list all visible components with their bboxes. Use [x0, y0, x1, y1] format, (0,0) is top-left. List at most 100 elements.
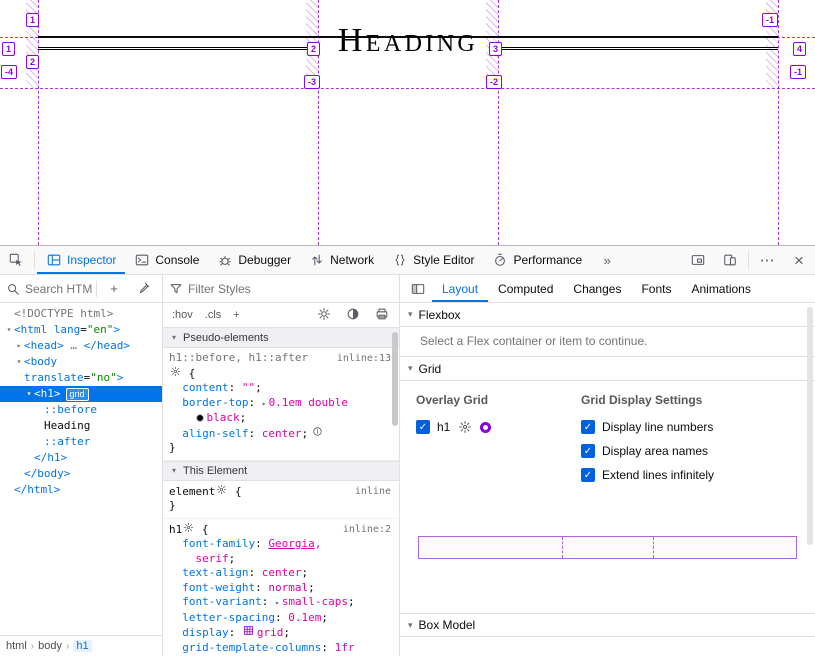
sidebar-tab-fonts[interactable]: Fonts	[631, 275, 681, 302]
toolbar-tab-style-editor[interactable]: Style Editor	[383, 246, 483, 274]
rules-section-header[interactable]: ▾This Element	[163, 461, 399, 481]
twisty-down-icon[interactable]: ▾	[14, 354, 24, 370]
css-rule-line[interactable]: font-variant: ▸small-caps;	[169, 595, 395, 611]
info-icon	[311, 426, 324, 437]
color-swatch-black[interactable]	[196, 414, 204, 422]
markup-node[interactable]: ::after	[0, 434, 162, 450]
grid-outline-preview[interactable]	[418, 536, 797, 559]
markup-node[interactable]: translate="no">	[0, 370, 162, 386]
css-rule-line[interactable]: grid-template-columns: 1fr	[169, 641, 395, 656]
breadcrumb-item-body[interactable]: body	[38, 640, 62, 652]
breadcrumb-item-html[interactable]: html	[6, 640, 27, 652]
grid-color-swatch[interactable]	[480, 422, 491, 433]
stylesheet-source-link[interactable]: inline:13	[337, 352, 391, 367]
markup-node[interactable]: </html>	[0, 482, 162, 498]
grid-settings-icon[interactable]	[457, 419, 473, 435]
css-rule-line[interactable]: }	[169, 441, 395, 456]
more-tabs-button[interactable]: »	[591, 246, 623, 274]
twisty-down-icon[interactable]: ▾	[24, 386, 34, 402]
p-token: :	[321, 641, 334, 654]
markup-node[interactable]: ▾<html lang="en">	[0, 322, 162, 338]
close-devtools-button[interactable]: ×	[783, 246, 815, 274]
dark-scheme-sim-button[interactable]	[340, 304, 366, 326]
responsive-design-button[interactable]	[714, 246, 746, 274]
menu-button[interactable]: ⋯	[751, 246, 783, 274]
p-token	[169, 611, 182, 624]
pick-element-button[interactable]	[0, 246, 32, 274]
sidebar-toggle-button[interactable]	[404, 275, 432, 302]
breadcrumb-item-h1[interactable]: h1	[73, 640, 91, 652]
p-token: }	[169, 441, 176, 454]
search-html-input[interactable]	[25, 282, 92, 296]
sidebar-tab-animations[interactable]: Animations	[681, 275, 760, 302]
rules-scrollbar-thumb[interactable]	[392, 332, 398, 426]
twisty-right-icon[interactable]: ▸	[14, 338, 24, 354]
checkbox-checked[interactable]: ✓	[581, 444, 595, 458]
class-toggle[interactable]: .cls	[200, 307, 227, 323]
expander-icon[interactable]: ▸	[262, 399, 267, 408]
grid-badge[interactable]: grid	[66, 388, 89, 401]
css-rule-line[interactable]: display: grid;	[169, 625, 395, 641]
css-rule-line[interactable]: text-align: center;	[169, 566, 395, 581]
css-rule-line[interactable]: border-top: ▸0.1em double	[169, 396, 395, 412]
add-node-button[interactable]: +	[101, 280, 127, 297]
css-rule-line[interactable]: font-weight: normal;	[169, 581, 395, 596]
css-rule-line[interactable]: black;	[169, 411, 395, 426]
stylesheet-source-link[interactable]: inline:2	[343, 523, 391, 538]
markup-node[interactable]: Heading	[0, 418, 162, 434]
toolbar-tab-network[interactable]: Network	[300, 246, 383, 274]
checkbox-checked[interactable]: ✓	[416, 420, 430, 434]
toolbar-tab-performance[interactable]: Performance	[483, 246, 591, 274]
grid-section-header[interactable]: ▾ Grid	[400, 357, 815, 381]
css-rule-line[interactable]: letter-spacing: 0.1em;	[169, 611, 395, 626]
gear-icon[interactable]	[182, 522, 195, 533]
css-rule-line[interactable]: content: "";	[169, 381, 395, 396]
print-sim-button[interactable]	[369, 304, 395, 326]
filter-styles-input[interactable]	[188, 282, 394, 296]
markup-node[interactable]: ▾<h1>grid	[0, 386, 162, 402]
iframe-picker-button[interactable]	[682, 246, 714, 274]
expander-icon[interactable]: ▸	[275, 598, 280, 607]
overlay-grid-checkbox-h1[interactable]: ✓h1	[416, 420, 581, 434]
sidebar-tab-changes[interactable]: Changes	[563, 275, 631, 302]
gear-icon[interactable]	[169, 366, 182, 377]
css-rule-line[interactable]: h1 {inline:2	[169, 522, 395, 538]
grid-setting-display-area-names[interactable]: ✓Display area names	[581, 444, 799, 458]
css-rule-line[interactable]: element {inline	[169, 484, 395, 500]
stylesheet-source-link[interactable]: inline	[355, 485, 391, 500]
markup-node[interactable]: <!DOCTYPE html>	[0, 306, 162, 322]
sidebar-tab-layout[interactable]: Layout	[432, 275, 488, 302]
eyedropper-button[interactable]	[131, 280, 157, 298]
css-rule-line[interactable]: h1::before, h1::afterinline:13	[169, 351, 395, 366]
checkbox-checked[interactable]: ✓	[581, 420, 595, 434]
markup-node[interactable]: </h1>	[0, 450, 162, 466]
grid-highlighter-toggle-icon[interactable]	[242, 625, 255, 636]
grid-setting-display-line-numbers[interactable]: ✓Display line numbers	[581, 420, 799, 434]
layout-scrollbar-thumb[interactable]	[807, 307, 813, 545]
flexbox-section-header[interactable]: ▾ Flexbox	[400, 303, 815, 327]
markup-node[interactable]: ▾<body	[0, 354, 162, 370]
markup-node[interactable]: ▸<head> … </head>	[0, 338, 162, 354]
pseudo-class-toggle[interactable]: :hov	[167, 307, 198, 323]
box-model-section-header[interactable]: ▾ Box Model	[400, 613, 815, 637]
markup-node[interactable]: ::before	[0, 402, 162, 418]
css-rule-line[interactable]: align-self: center;	[169, 426, 395, 442]
css-rule-line[interactable]: serif;	[169, 552, 395, 567]
toolbar-tab-debugger[interactable]: Debugger	[208, 246, 300, 274]
add-rule-button[interactable]: +	[228, 307, 244, 323]
css-rule-line[interactable]: }	[169, 499, 395, 514]
checkbox-checked[interactable]: ✓	[581, 468, 595, 482]
twisty-down-icon[interactable]: ▾	[4, 322, 14, 338]
grid-settings-list: ✓Display line numbers ✓Display area names…	[581, 420, 799, 482]
sidebar-tab-computed[interactable]: Computed	[488, 275, 563, 302]
gear-icon[interactable]	[215, 484, 228, 495]
toolbar-tab-inspector[interactable]: Inspector	[37, 246, 125, 274]
toolbar-tab-console[interactable]: Console	[125, 246, 208, 274]
markup-node[interactable]: </body>	[0, 466, 162, 482]
rules-section-header[interactable]: ▾Pseudo-elements	[163, 328, 399, 348]
name-token: letter-spacing	[182, 611, 275, 624]
light-scheme-sim-button[interactable]	[311, 304, 337, 326]
css-rule-line[interactable]: {	[169, 366, 395, 382]
grid-setting-extend-lines-infinitely[interactable]: ✓Extend lines infinitely	[581, 468, 799, 482]
css-rule-line[interactable]: font-family: Georgia,	[169, 537, 395, 552]
